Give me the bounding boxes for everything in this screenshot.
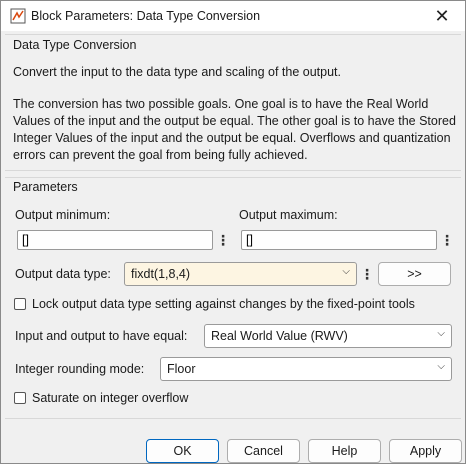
description-text-1: Convert the input to the data type and s… (13, 65, 342, 79)
output-data-type-value: fixdt(1,8,4) (131, 267, 191, 281)
saturate-overflow-label: Saturate on integer overflow (32, 391, 189, 405)
lock-output-data-type-label: Lock output data type setting against ch… (32, 297, 415, 311)
close-icon: ✕ (434, 5, 450, 26)
output-minimum-menu-icon[interactable]: ⋮ (216, 230, 230, 250)
output-maximum-label: Output maximum: (239, 208, 338, 222)
parameters-panel-title: Parameters (13, 180, 78, 194)
rounding-mode-label: Integer rounding mode: (15, 362, 145, 376)
rounding-mode-value: Floor (167, 362, 196, 376)
output-minimum-field[interactable] (17, 230, 213, 250)
close-button[interactable]: ✕ (419, 1, 465, 31)
lock-output-data-type-checkbox[interactable] (14, 298, 26, 310)
chevron-down-icon: ⌵ (437, 328, 445, 339)
output-minimum-label: Output minimum: (15, 208, 111, 222)
chevron-down-icon: ⌵ (437, 361, 445, 372)
parameters-panel: Parameters Output minimum: ⋮ Output maxi… (5, 177, 461, 419)
help-button[interactable]: Help (308, 439, 381, 463)
output-maximum-menu-icon[interactable]: ⋮ (440, 230, 454, 250)
output-data-type-menu-icon[interactable]: ⋮ (360, 264, 374, 284)
description-panel: Data Type Conversion Convert the input t… (5, 34, 461, 171)
dialog-window: Block Parameters: Data Type Conversion ✕… (0, 0, 466, 464)
window-title: Block Parameters: Data Type Conversion (31, 9, 261, 23)
chevron-down-icon: ⌵ (342, 266, 350, 277)
description-text-2: The conversion has two possible goals. O… (13, 97, 456, 162)
ok-button[interactable]: OK (146, 439, 219, 463)
equal-mode-combo[interactable]: Real World Value (RWV) ⌵ (204, 324, 452, 348)
equal-mode-value: Real World Value (RWV) (211, 329, 348, 343)
description-panel-title: Data Type Conversion (13, 38, 137, 52)
saturate-overflow-checkbox[interactable] (14, 392, 26, 404)
title-bar: Block Parameters: Data Type Conversion ✕ (1, 1, 465, 31)
output-data-type-label: Output data type: (15, 267, 111, 281)
equal-mode-label: Input and output to have equal: (15, 329, 188, 343)
simulink-block-icon (10, 8, 26, 24)
data-type-assistant-button[interactable]: >> (378, 262, 451, 286)
output-data-type-combo[interactable]: fixdt(1,8,4) ⌵ (124, 262, 357, 286)
apply-button[interactable]: Apply (389, 439, 462, 463)
cancel-button[interactable]: Cancel (227, 439, 300, 463)
rounding-mode-combo[interactable]: Floor ⌵ (160, 357, 452, 381)
output-maximum-field[interactable] (241, 230, 437, 250)
